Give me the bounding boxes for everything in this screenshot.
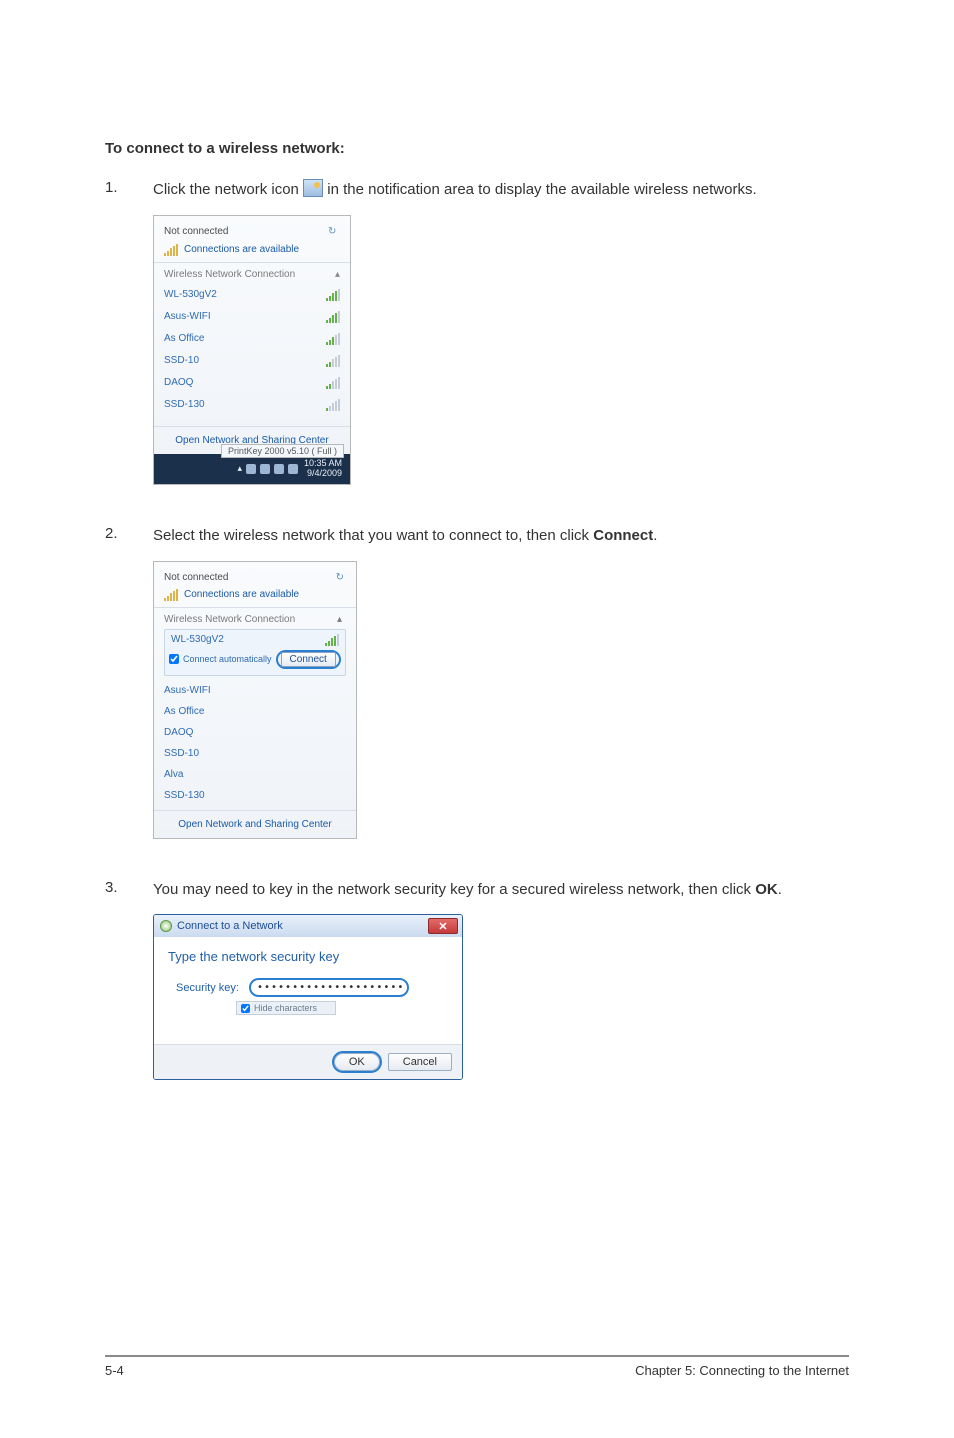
dialog-titlebar: Connect to a Network ✕	[154, 915, 462, 937]
step-3-bold: OK	[755, 881, 778, 898]
close-button[interactable]: ✕	[428, 918, 458, 934]
network-name: DAOQ	[164, 727, 193, 738]
network-item[interactable]: As Office	[164, 328, 340, 350]
wifi-flyout-1: Not connected ↻ Connections are availabl…	[153, 215, 351, 485]
signal-icon	[326, 377, 340, 389]
connections-available-label: Connections are available	[184, 244, 299, 255]
step-1-text-post: in the notification area to display the …	[327, 181, 756, 198]
dialog-title: Connect to a Network	[177, 920, 283, 932]
step-2-text-a: Select the wireless network that you wan…	[153, 527, 593, 544]
step-2-bold: Connect	[593, 527, 653, 544]
network-name: SSD-10	[164, 355, 199, 366]
security-key-label: Security key:	[176, 982, 239, 994]
cancel-button[interactable]: Cancel	[388, 1053, 452, 1071]
open-network-center-link[interactable]: Open Network and Sharing Center	[154, 810, 356, 838]
network-item[interactable]: Asus-WIFI	[164, 680, 342, 701]
network-tray-icon	[303, 179, 323, 197]
chapter-title: Chapter 5: Connecting to the Internet	[635, 1363, 849, 1378]
network-name: As Office	[164, 706, 204, 717]
tray-chevron-icon[interactable]: ▴	[237, 463, 242, 474]
tooltip: PrintKey 2000 v5.10 ( Full )	[221, 444, 344, 458]
signal-icon	[326, 399, 340, 411]
network-item[interactable]: WL-530gV2	[164, 284, 340, 306]
step-2: 2. Select the wireless network that you …	[105, 525, 849, 547]
security-key-input[interactable]: •••••••••••••••••••••	[249, 978, 409, 997]
network-name: Asus-WIFI	[164, 311, 211, 322]
connect-button[interactable]: Connect	[281, 652, 336, 667]
network-item[interactable]: SSD-130	[164, 785, 342, 806]
wireless-section-label: Wireless Network Connection	[164, 269, 295, 280]
tray-action-icon[interactable]	[288, 464, 298, 474]
network-name: SSD-10	[164, 748, 199, 759]
network-item[interactable]: SSD-10	[164, 743, 342, 764]
taskbar-strip: PrintKey 2000 v5.10 ( Full ) ▴ 10:35 AM …	[154, 454, 350, 484]
signal-icon	[326, 311, 340, 323]
signal-icon	[326, 333, 340, 345]
signal-icon	[325, 634, 339, 646]
refresh-icon[interactable]: ↻	[328, 226, 340, 238]
network-item[interactable]: Alva	[164, 764, 342, 785]
signal-icon	[326, 355, 340, 367]
network-globe-icon	[160, 920, 172, 932]
taskbar-clock[interactable]: 10:35 AM 9/4/2009	[304, 459, 350, 479]
dialog-prompt: Type the network security key	[168, 949, 448, 964]
hide-characters-checkbox[interactable]	[241, 1004, 250, 1013]
refresh-icon[interactable]: ↻	[336, 572, 344, 583]
tray-flag-icon[interactable]	[246, 464, 256, 474]
connect-automatically-label: Connect automatically	[183, 654, 272, 664]
hide-characters-label: Hide characters	[254, 1003, 317, 1013]
chevron-up-icon[interactable]: ▴	[335, 269, 340, 280]
page-footer: 5-4 Chapter 5: Connecting to the Interne…	[105, 1355, 849, 1378]
step-1-text: Click the network icon in the notificati…	[153, 179, 849, 201]
signal-strength-icon	[164, 244, 178, 256]
tray-network-icon[interactable]	[260, 464, 270, 474]
step-3-text: You may need to key in the network secur…	[153, 879, 849, 901]
network-item[interactable]: DAOQ	[164, 372, 340, 394]
network-name: WL-530gV2	[164, 289, 217, 300]
security-key-dialog: Connect to a Network ✕ Type the network …	[153, 914, 463, 1080]
connect-button-highlight: Connect	[276, 650, 341, 669]
network-name: SSD-130	[164, 790, 205, 801]
selected-network-block[interactable]: WL-530gV2 Connect automatically Connect	[164, 629, 346, 676]
network-name: As Office	[164, 333, 204, 344]
network-item[interactable]: Asus-WIFI	[164, 306, 340, 328]
selected-network-name: WL-530gV2	[171, 634, 224, 645]
network-name: DAOQ	[164, 377, 193, 388]
step-3-text-a: You may need to key in the network secur…	[153, 881, 755, 898]
step-3-number: 3.	[105, 879, 153, 896]
ok-button[interactable]: OK	[334, 1053, 380, 1071]
connections-available-label: Connections are available	[184, 589, 299, 600]
step-2-text: Select the wireless network that you wan…	[153, 525, 849, 547]
network-item[interactable]: SSD-130	[164, 394, 340, 416]
step-2-text-b: .	[653, 527, 657, 544]
network-item[interactable]: SSD-10	[164, 350, 340, 372]
step-2-number: 2.	[105, 525, 153, 542]
network-name: SSD-130	[164, 399, 205, 410]
connect-automatically-checkbox[interactable]	[169, 654, 179, 664]
network-item[interactable]: As Office	[164, 701, 342, 722]
tray-volume-icon[interactable]	[274, 464, 284, 474]
wifi-flyout-2: Not connected ↻ Connections are availabl…	[153, 561, 357, 839]
signal-icon	[326, 289, 340, 301]
network-name: Asus-WIFI	[164, 685, 211, 696]
signal-strength-icon	[164, 589, 178, 601]
tray-icons: ▴	[237, 463, 298, 474]
network-list: WL-530gV2 Asus-WIFI As Office SSD-10 DAO…	[154, 284, 350, 426]
section-heading: To connect to a wireless network:	[105, 140, 849, 157]
not-connected-label: Not connected	[164, 226, 229, 237]
network-item[interactable]: DAOQ	[164, 722, 342, 743]
page-number: 5-4	[105, 1363, 124, 1378]
network-name: Alva	[164, 769, 183, 780]
step-3-text-b: .	[778, 881, 782, 898]
step-3: 3. You may need to key in the network se…	[105, 879, 849, 901]
step-1-number: 1.	[105, 179, 153, 196]
step-1: 1. Click the network icon in the notific…	[105, 179, 849, 201]
step-1-text-pre: Click the network icon	[153, 181, 303, 198]
chevron-up-icon[interactable]: ▴	[337, 614, 342, 625]
wireless-section-label: Wireless Network Connection	[164, 614, 295, 625]
hide-characters-row[interactable]: Hide characters	[236, 1001, 336, 1015]
not-connected-label: Not connected	[164, 572, 229, 583]
network-list: Asus-WIFI As Office DAOQ SSD-10 Alva	[154, 676, 356, 810]
taskbar-date: 9/4/2009	[304, 469, 342, 479]
